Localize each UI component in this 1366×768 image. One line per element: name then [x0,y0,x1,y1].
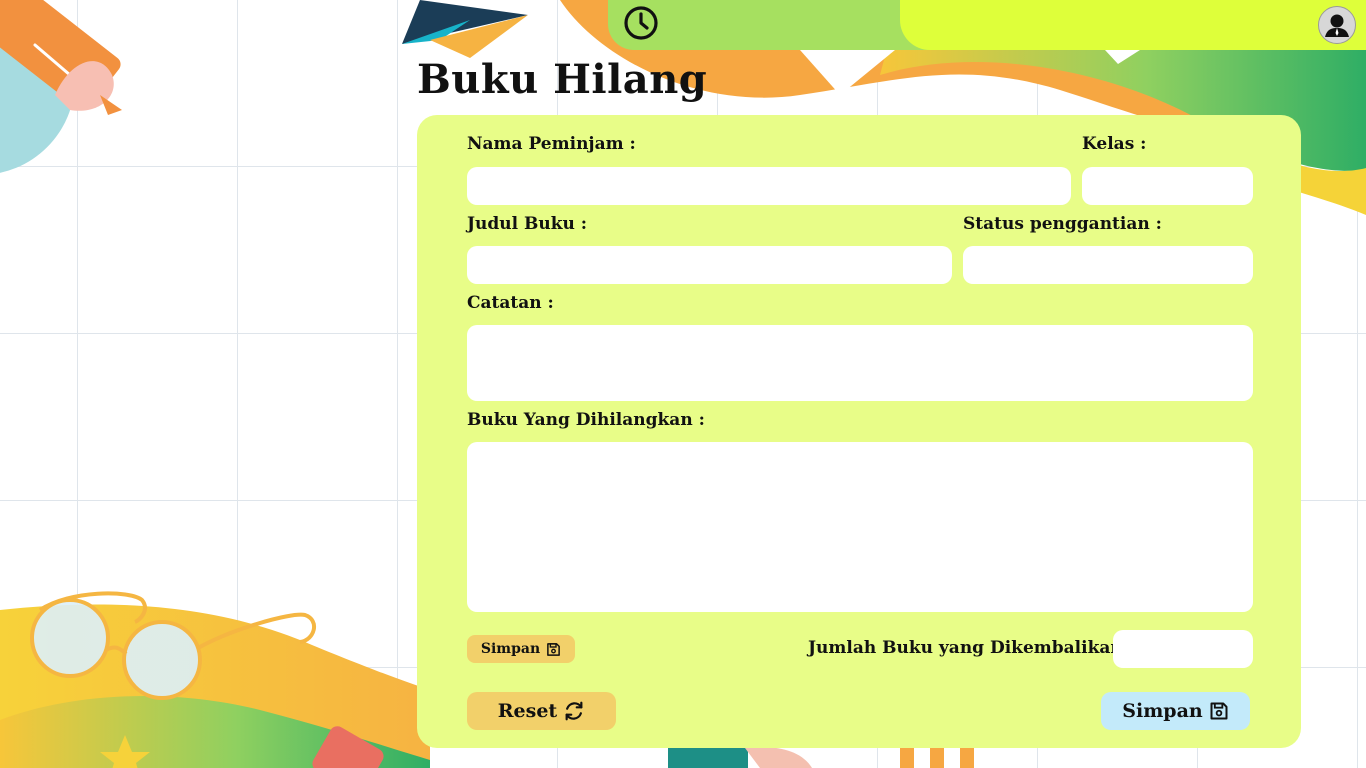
floppy-disk-icon [547,642,561,656]
page-title: Buku Hilang [417,56,708,103]
refresh-icon [565,701,583,721]
clock-icon[interactable] [622,4,660,42]
kelas-label: Kelas : [1082,134,1147,154]
buku-dihilangkan-textarea[interactable] [467,442,1253,612]
status-penggantian-label: Status penggantian : [963,214,1162,234]
save-button[interactable]: Simpan [1101,692,1250,730]
jumlah-buku-input[interactable] [1113,630,1253,668]
jumlah-buku-label: Jumlah Buku yang Dikembalikan : [808,638,1135,658]
reset-button[interactable]: Reset [467,692,616,730]
floppy-disk-icon [1210,702,1228,720]
small-save-button[interactable]: Simpan [467,635,575,663]
buku-dihilangkan-label: Buku Yang Dihilangkan : [467,410,705,430]
nama-peminjam-label: Nama Peminjam : [467,134,636,154]
user-icon[interactable] [1318,6,1356,44]
judul-buku-input[interactable] [467,246,952,284]
reset-label: Reset [497,700,558,722]
judul-buku-label: Judul Buku : [467,214,588,234]
small-save-label: Simpan [480,641,541,657]
topbar-lime-segment [900,0,1366,50]
status-penggantian-input[interactable] [963,246,1253,284]
catatan-textarea[interactable] [467,325,1253,401]
nama-peminjam-input[interactable] [467,167,1071,205]
save-label: Simpan [1122,700,1203,722]
kelas-input[interactable] [1082,167,1253,205]
catatan-label: Catatan : [467,293,554,313]
